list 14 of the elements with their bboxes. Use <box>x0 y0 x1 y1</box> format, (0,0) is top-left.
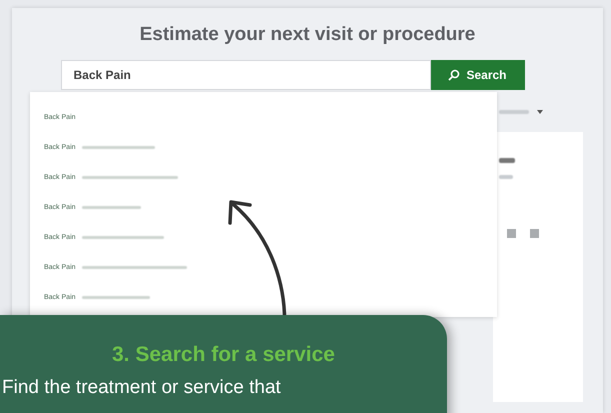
search-button[interactable]: Search <box>430 60 524 90</box>
blurred-text <box>82 206 141 208</box>
page-title: Estimate your next visit or procedure <box>140 24 476 46</box>
callout-text: Find the treatment or service that <box>1 377 281 399</box>
blurred-text <box>499 110 529 114</box>
square-icon <box>507 229 516 238</box>
search-field[interactable]: Back Pain <box>60 60 430 90</box>
blurred-text <box>499 158 515 163</box>
blurred-text <box>82 296 150 298</box>
square-icon <box>530 229 539 238</box>
search-icon <box>448 69 460 81</box>
caret-icon <box>537 110 543 114</box>
blurred-text <box>499 175 513 179</box>
callout-title: 3. Search for a service <box>112 343 335 367</box>
